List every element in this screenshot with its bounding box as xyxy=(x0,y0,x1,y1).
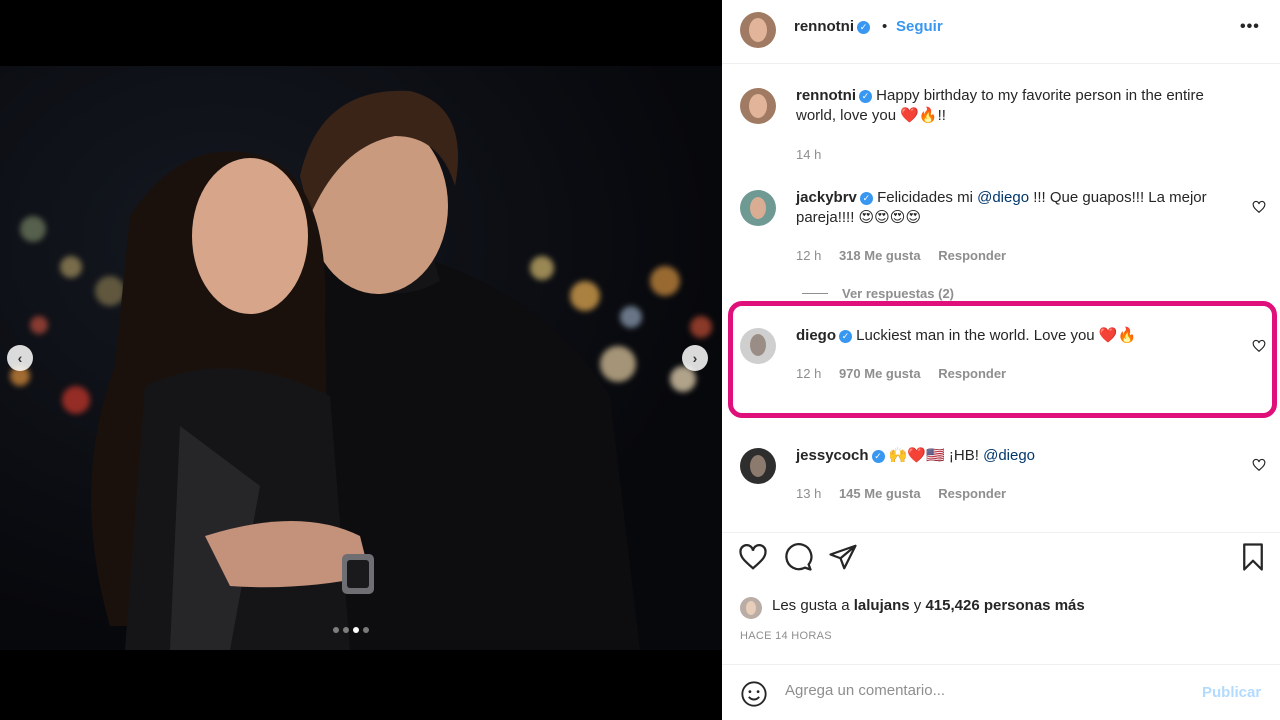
replies-line xyxy=(802,293,828,294)
mention-link[interactable]: @diego xyxy=(983,447,1035,464)
comment-likes[interactable]: 318 Me gusta xyxy=(839,248,921,263)
commenter-username[interactable]: jackybrv xyxy=(796,189,857,206)
highlight-frame xyxy=(728,301,1277,418)
more-options-icon[interactable]: ••• xyxy=(1240,18,1260,36)
comment-text: jackybrv ✓ Felicidades mi @diego !!! Que … xyxy=(796,189,1207,226)
author-username[interactable]: rennotni ✓ xyxy=(794,18,870,35)
caption-body: Happy birthday to my favorite person in … xyxy=(796,87,1204,124)
publish-button[interactable]: Publicar xyxy=(1202,684,1261,701)
post-photo xyxy=(0,66,722,650)
carousel-dot xyxy=(333,627,339,633)
divider xyxy=(722,63,1280,64)
post-action-bar xyxy=(722,542,1280,582)
separator-dot: • xyxy=(882,18,888,35)
save-bookmark-icon[interactable] xyxy=(1238,542,1268,572)
comment-time: 12 h xyxy=(796,248,822,263)
couple-figure xyxy=(91,90,640,650)
emoji-icon[interactable] xyxy=(740,680,768,708)
chevron-right-icon: › xyxy=(692,350,698,366)
likes-summary[interactable]: Les gusta a lalujans y 415,426 personas … xyxy=(772,597,1085,614)
commenter-avatar[interactable] xyxy=(740,448,776,484)
verified-badge-icon: ✓ xyxy=(859,192,873,205)
verified-badge-icon: ✓ xyxy=(859,90,872,103)
previous-photo-button[interactable]: ‹ xyxy=(7,345,33,371)
comment-bubble-icon[interactable] xyxy=(783,542,813,572)
commenter-username[interactable]: jessycoch xyxy=(796,447,869,464)
carousel-indicator xyxy=(333,627,369,633)
reply-button[interactable]: Responder xyxy=(938,486,1006,501)
caption-avatar[interactable] xyxy=(740,88,776,124)
commenter-avatar[interactable] xyxy=(740,190,776,226)
like-comment-heart-icon[interactable] xyxy=(1252,458,1266,472)
add-comment-bar: Publicar xyxy=(722,664,1280,720)
caption-meta: 14 h xyxy=(796,147,835,162)
comment-time: 13 h xyxy=(796,486,822,501)
mention-link[interactable]: @diego xyxy=(977,189,1029,206)
comment-text: jessycoch ✓ 🙌❤️🇺🇸 ¡HB! @diego xyxy=(796,447,1036,464)
follow-button[interactable]: Seguir xyxy=(896,18,943,35)
comment-meta: 12 h 318 Me gusta Responder xyxy=(796,248,1020,263)
comment-meta: 13 h 145 Me gusta Responder xyxy=(796,486,1020,501)
reply-button[interactable]: Responder xyxy=(938,248,1006,263)
post-media: ‹ › xyxy=(0,0,722,720)
caption-text: rennotni ✓ Happy birthday to my favorite … xyxy=(796,86,1246,126)
caption-username[interactable]: rennotni xyxy=(796,87,856,104)
verified-badge-icon: ✓ xyxy=(871,450,885,463)
divider xyxy=(722,532,1280,533)
post-timestamp: HACE 14 HORAS xyxy=(740,630,832,642)
share-paper-plane-icon[interactable] xyxy=(828,542,858,572)
like-heart-icon[interactable] xyxy=(738,542,768,572)
next-photo-button[interactable]: › xyxy=(682,345,708,371)
carousel-dot xyxy=(343,627,349,633)
comment-likes[interactable]: 145 Me gusta xyxy=(839,486,921,501)
post-header: rennotni ✓ • Seguir ••• xyxy=(722,0,1280,58)
likes-count[interactable]: 415,426 personas más xyxy=(925,597,1084,614)
author-avatar[interactable] xyxy=(740,12,776,48)
chevron-left-icon: ‹ xyxy=(17,350,23,366)
verified-badge-icon: ✓ xyxy=(857,21,870,34)
view-replies-button[interactable]: Ver respuestas (2) xyxy=(802,286,954,301)
liker-username[interactable]: lalujans xyxy=(854,597,910,614)
carousel-dot-active xyxy=(353,627,359,633)
like-comment-heart-icon[interactable] xyxy=(1252,200,1266,214)
liker-avatar[interactable] xyxy=(740,597,762,619)
carousel-dot xyxy=(363,627,369,633)
caption-time: 14 h xyxy=(796,147,822,162)
comment-input[interactable] xyxy=(785,682,1185,699)
